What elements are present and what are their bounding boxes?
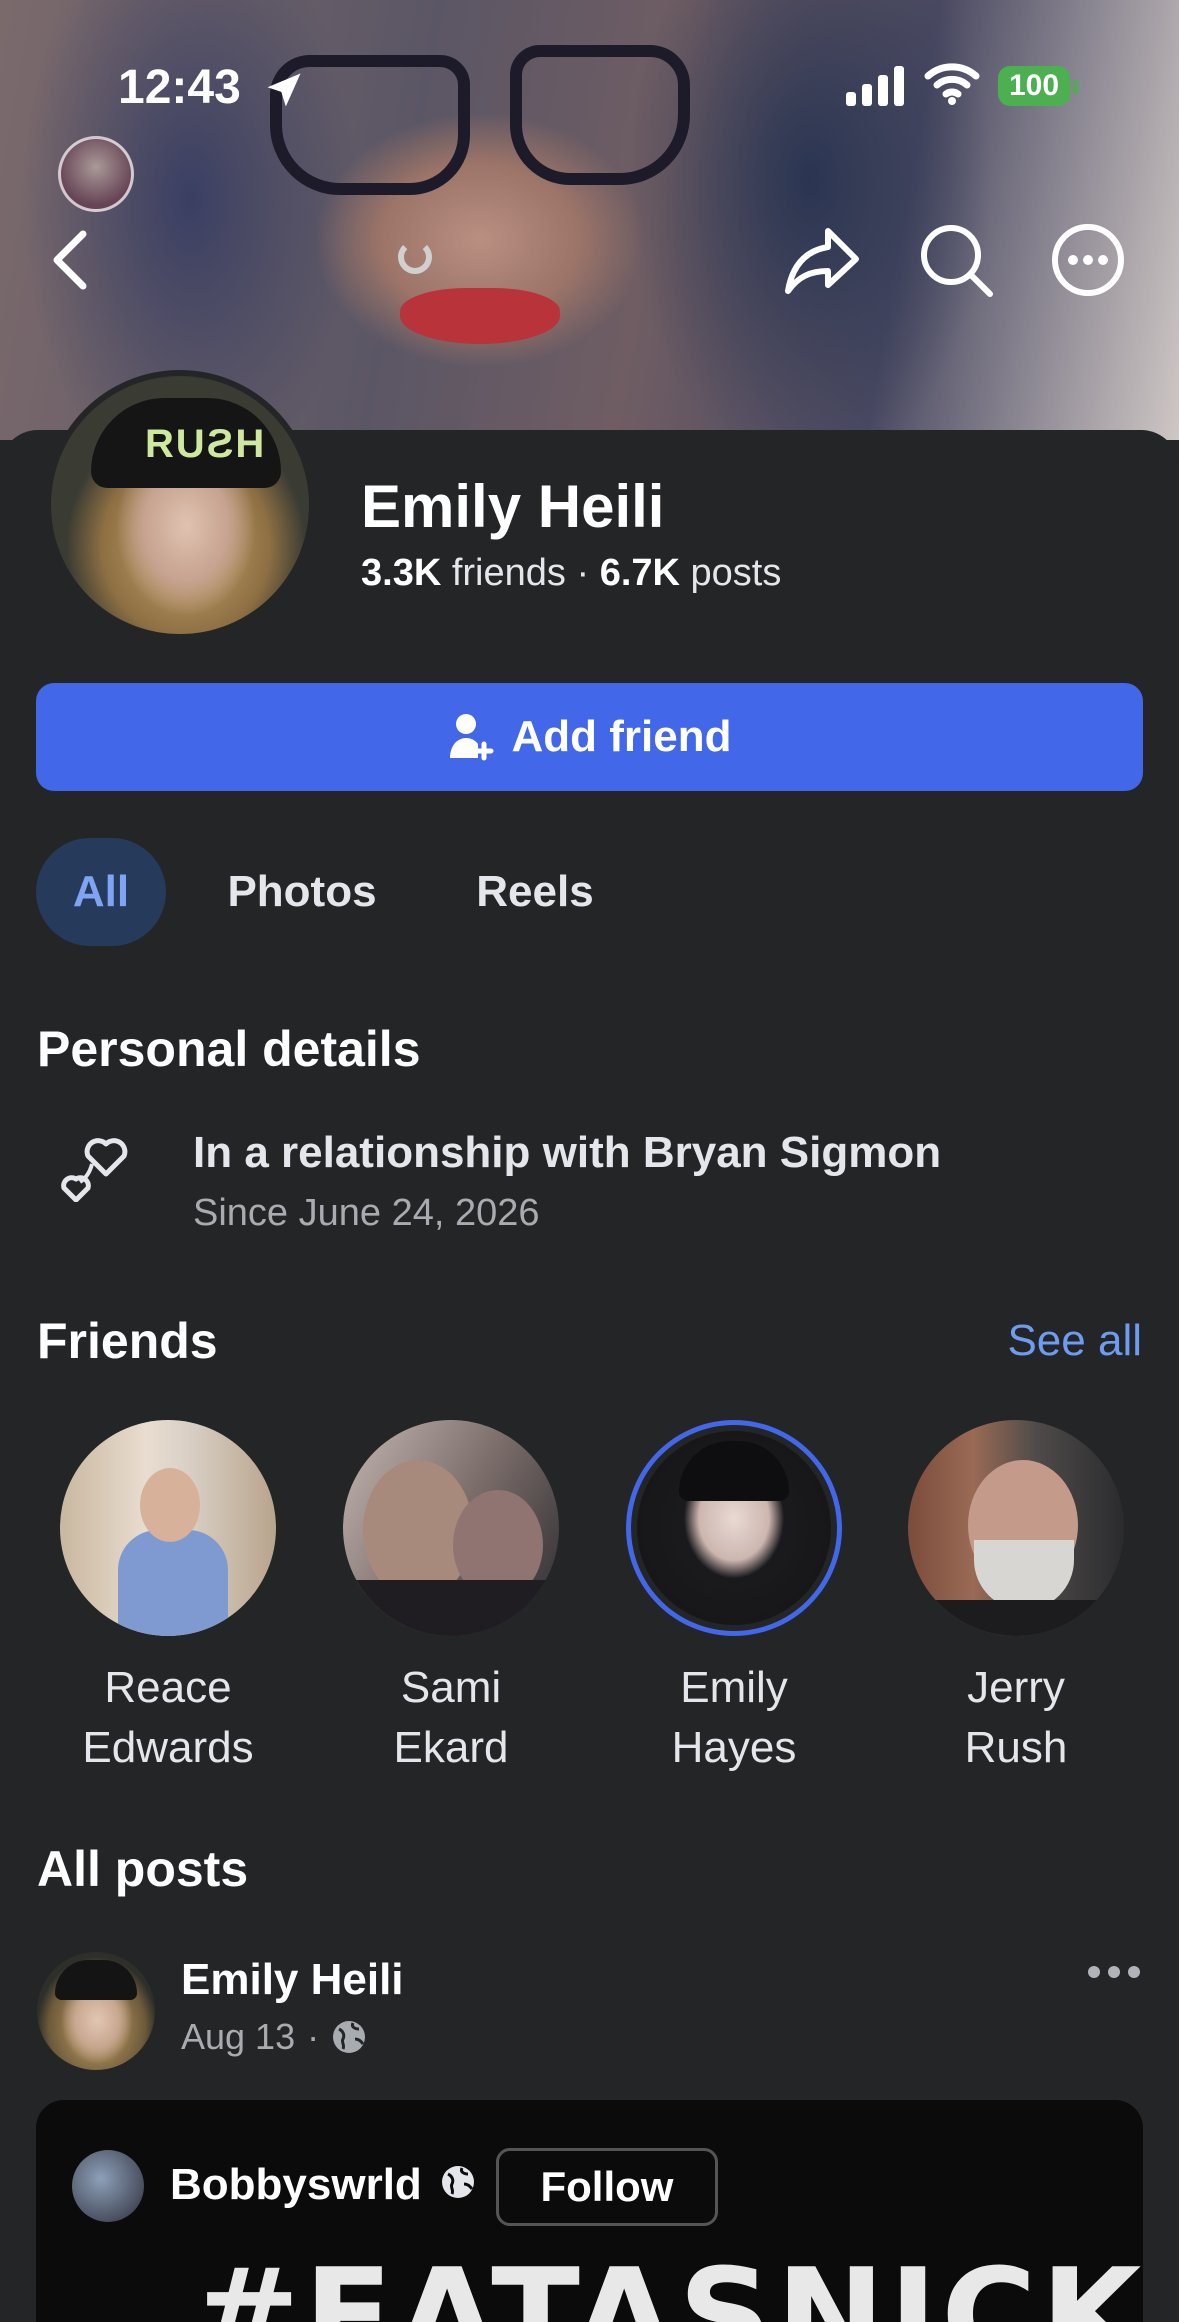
friend-photo bbox=[343, 1420, 559, 1636]
share-icon bbox=[785, 228, 859, 294]
globe-icon bbox=[442, 2166, 474, 2198]
chevron-left-icon bbox=[53, 230, 87, 290]
personal-details-title: Personal details bbox=[37, 1021, 421, 1077]
stats-separator: · bbox=[576, 552, 590, 594]
friend-photo bbox=[908, 1420, 1124, 1636]
shared-post-text: #EATASNICKERS bbox=[191, 2240, 1143, 2322]
add-friend-button[interactable]: Add friend bbox=[36, 683, 1143, 791]
shared-post-card[interactable]: Bobbyswrld Follow #EATASNICKERS bbox=[36, 2100, 1143, 2322]
posts-count: 6.7K bbox=[599, 552, 680, 594]
relationship-since: Since June 24, 2026 bbox=[193, 1192, 540, 1234]
share-button[interactable] bbox=[782, 220, 862, 300]
shared-author-avatar[interactable] bbox=[72, 2150, 144, 2222]
search-icon bbox=[921, 225, 993, 297]
friend-photo bbox=[637, 1431, 831, 1625]
floating-avatar[interactable] bbox=[58, 136, 134, 212]
cover-detail bbox=[400, 288, 560, 344]
post-author-avatar[interactable] bbox=[37, 1952, 155, 2070]
friend-name: Sami Ekard bbox=[393, 1663, 509, 1772]
posts-label: posts bbox=[690, 552, 782, 594]
all-posts-title: All posts bbox=[37, 1841, 249, 1897]
wifi-icon bbox=[924, 63, 980, 105]
friend-name: Jerry Rush bbox=[964, 1663, 1068, 1772]
location-arrow-icon bbox=[267, 73, 301, 107]
status-time: 12:43 bbox=[118, 61, 241, 114]
relationship-hearts-icon bbox=[61, 1138, 128, 1202]
shared-author-name[interactable]: Bobbyswrld bbox=[170, 2160, 422, 2210]
friend-photo-story-ring bbox=[626, 1420, 842, 1636]
cover-detail bbox=[398, 240, 432, 274]
friend-card[interactable]: Emily Hayes bbox=[624, 1420, 844, 1778]
battery-tip bbox=[1073, 80, 1079, 94]
friend-card[interactable]: Reace Edwards bbox=[58, 1420, 278, 1778]
friend-card[interactable]: Jerry Rush bbox=[906, 1420, 1126, 1778]
cover-detail bbox=[510, 45, 690, 185]
add-friend-label: Add friend bbox=[511, 712, 732, 761]
profile-stats: 3.3K friends · 6.7K posts bbox=[361, 552, 781, 595]
friend-name: Reace Edwards bbox=[82, 1663, 254, 1772]
profile-picture-detail: HSUЯ bbox=[91, 398, 281, 488]
cellular-signal-icon bbox=[846, 66, 904, 106]
more-options-button[interactable] bbox=[1048, 220, 1128, 300]
tab-all[interactable]: All bbox=[36, 838, 166, 946]
post-date[interactable]: Aug 13 bbox=[181, 2016, 295, 2058]
back-button[interactable] bbox=[30, 220, 110, 300]
post-meta: Aug 13 · bbox=[181, 2016, 367, 2058]
more-icon bbox=[1052, 224, 1124, 296]
search-button[interactable] bbox=[916, 220, 996, 300]
globe-icon bbox=[333, 2021, 366, 2053]
add-person-icon bbox=[449, 714, 493, 761]
friends-label[interactable]: friends bbox=[452, 552, 566, 594]
post-meta-separator: · bbox=[307, 2016, 320, 2057]
friends-count[interactable]: 3.3K bbox=[361, 552, 441, 594]
friend-card[interactable]: Sami Ekard bbox=[341, 1420, 561, 1778]
tab-photos[interactable]: Photos bbox=[202, 838, 402, 946]
tab-reels[interactable]: Reels bbox=[450, 838, 620, 946]
relationship-status[interactable]: In a relationship with Bryan Sigmon bbox=[193, 1128, 941, 1178]
post-more-icon[interactable] bbox=[1086, 1962, 1142, 1982]
battery-indicator: 100 bbox=[998, 66, 1070, 106]
friend-photo bbox=[60, 1420, 276, 1636]
see-all-friends-link[interactable]: See all bbox=[1007, 1316, 1142, 1366]
profile-name: Emily Heili bbox=[361, 473, 665, 540]
follow-button[interactable]: Follow bbox=[496, 2148, 718, 2226]
post-author-name[interactable]: Emily Heili bbox=[181, 1955, 404, 2005]
friend-name: Emily Hayes bbox=[671, 1663, 797, 1772]
profile-picture[interactable]: HSUЯ bbox=[45, 370, 315, 640]
friends-title: Friends bbox=[37, 1313, 218, 1369]
